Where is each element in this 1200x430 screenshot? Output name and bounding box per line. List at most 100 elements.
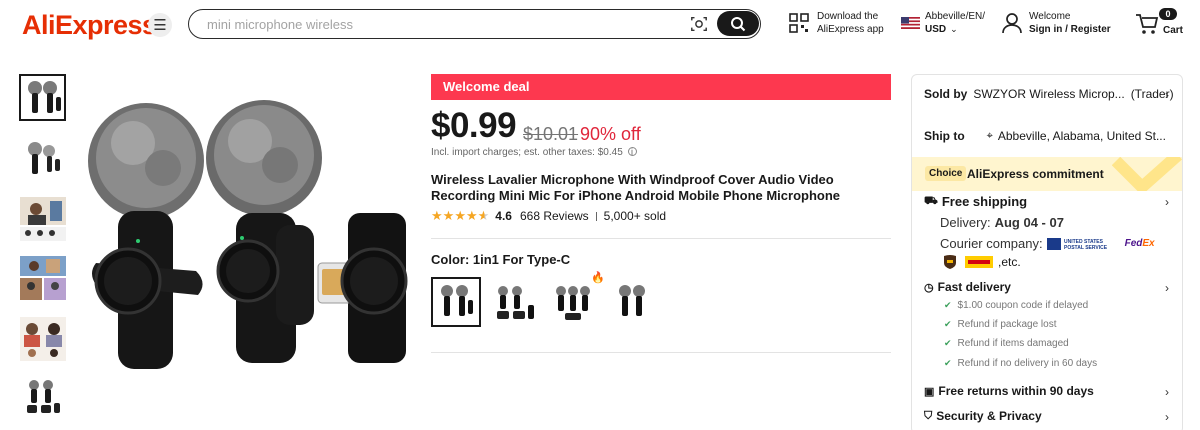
color-swatch-1in1-type-c[interactable] — [431, 277, 481, 327]
check-icon: ✔ — [944, 319, 952, 329]
product-title: Wireless Lavalier Microphone With Windpr… — [431, 172, 841, 203]
courier-label: Courier company: — [940, 236, 1043, 251]
fast-item-text: Refund if no delivery in 60 days — [957, 358, 1098, 369]
checkmark-watermark-icon — [1112, 157, 1182, 191]
thumbnail-image — [19, 255, 66, 300]
return-box-icon: ▣ — [924, 385, 935, 398]
swatch-image — [441, 285, 473, 316]
qr-code-icon — [789, 13, 809, 33]
seller-name[interactable]: SWZYOR Wireless Microp... — [973, 87, 1124, 101]
thumbnail-image — [26, 379, 60, 413]
thumbnail-6[interactable] — [19, 373, 66, 420]
tax-note-text: Incl. import charges; est. other taxes: … — [431, 147, 623, 158]
search-icon — [731, 16, 746, 31]
app-line-2: AliExpress app — [817, 24, 884, 35]
location-pin-icon: ⌖ — [986, 129, 993, 142]
divider — [431, 238, 891, 239]
sign-in-register[interactable]: Sign in / Register — [1029, 24, 1111, 35]
welcome-deal-banner: Welcome deal — [431, 74, 891, 100]
color-swatch-4[interactable] — [607, 277, 657, 327]
separator — [595, 211, 597, 221]
locale-selector[interactable]: Abbeville/EN/ USD ⌄ — [901, 10, 985, 36]
chevron-right-icon: › — [1165, 88, 1169, 102]
choice-tag: Choice — [925, 166, 967, 181]
windscreen-left — [88, 103, 204, 219]
currency: USD — [925, 24, 947, 35]
sold-by-row[interactable]: Sold by SWZYOR Wireless Microp... (Trade… — [924, 87, 1174, 101]
check-icon: ✔ — [944, 358, 952, 368]
image-search-icon[interactable] — [690, 15, 708, 33]
download-app-link[interactable]: Download the AliExpress app — [789, 10, 884, 36]
courier-row: Courier company: UNITED STATES POSTAL SE… — [940, 236, 1155, 251]
user-icon — [1002, 13, 1022, 34]
security-row[interactable]: ⛉ Security & Privacy — [924, 409, 1042, 423]
courier-row-2: ,etc. — [944, 255, 1021, 269]
fast-delivery-label: Fast delivery — [937, 280, 1011, 294]
star-icon: ★ — [454, 208, 466, 223]
welcome-text: Welcome — [1029, 11, 1071, 22]
rating-row[interactable]: ★★★★★ 4.6 668 Reviews 5,000+ sold — [431, 209, 666, 223]
cart-label: Cart — [1163, 25, 1184, 36]
rating-score: 4.6 — [495, 209, 512, 223]
aliexpress-logo[interactable]: AliExpress — [22, 10, 157, 41]
review-count[interactable]: 668 Reviews — [520, 209, 589, 223]
chevron-down-icon: ⌄ — [950, 24, 958, 34]
star-icon: ★ — [477, 208, 490, 223]
search-input[interactable] — [207, 16, 667, 32]
app-line-1: Download the — [817, 11, 879, 22]
truck-icon: ⛟ — [924, 194, 938, 207]
chevron-right-icon: › — [1165, 385, 1169, 399]
thumbnail-1[interactable] — [19, 74, 66, 121]
purchase-panel: Sold by SWZYOR Wireless Microp... (Trade… — [911, 74, 1183, 430]
account-link[interactable]: Welcome Sign in / Register — [1002, 10, 1111, 36]
svg-text:POSTAL SERVICE: POSTAL SERVICE — [1064, 245, 1108, 251]
check-icon: ✔ — [944, 300, 952, 310]
choice-commitment-bar: Choice AliExpress commitment — [912, 157, 1182, 191]
thumbnail-4[interactable] — [19, 254, 66, 301]
swatch-image — [619, 285, 645, 316]
us-flag-icon — [901, 17, 920, 29]
tax-note: Incl. import charges; est. other taxes: … — [431, 147, 637, 158]
fast-delivery-row[interactable]: ◷ Fast delivery — [924, 280, 1011, 294]
chevron-right-icon: › — [1165, 410, 1169, 424]
fast-item-1: ✔ $1.00 coupon code if delayed — [944, 300, 1088, 311]
swatch-image — [556, 286, 590, 320]
search-bar — [188, 9, 761, 39]
ship-to-row[interactable]: Ship to ⌖ Abbeville, Alabama, United St.… — [924, 129, 1166, 143]
original-price: $10.01 — [523, 124, 579, 144]
color-label: Color: 1in1 For Type-C — [431, 252, 571, 267]
fast-item-4: ✔ Refund if no delivery in 60 days — [944, 358, 1097, 369]
usps-logo: UNITED STATES POSTAL SERVICE — [1046, 237, 1108, 251]
sold-count: 5,000+ sold — [603, 209, 667, 223]
ship-to-location[interactable]: Abbeville, Alabama, United St... — [998, 129, 1166, 143]
divider — [431, 352, 891, 353]
thumbnail-image — [19, 316, 66, 361]
fast-item-text: $1.00 coupon code if delayed — [957, 300, 1089, 311]
delivery-row: Delivery: Aug 04 - 07 — [940, 215, 1064, 230]
dhl-logo — [965, 256, 993, 268]
hot-flame-icon: 🔥 — [591, 272, 605, 284]
thumbnail-3[interactable] — [19, 195, 66, 242]
cart-icon — [1136, 13, 1159, 34]
locale-line-1: Abbeville/EN/ — [925, 11, 986, 22]
fast-item-text: Refund if package lost — [957, 319, 1057, 330]
free-returns-row[interactable]: ▣ Free returns within 90 days — [924, 384, 1094, 398]
color-swatch-3[interactable] — [549, 277, 599, 327]
thumbnail-image — [19, 196, 66, 241]
windscreen-right — [206, 100, 322, 216]
swatch-image — [497, 286, 534, 319]
search-button[interactable] — [717, 11, 759, 36]
discount-percent: 90% off — [580, 124, 641, 144]
thumbnail-5[interactable] — [19, 315, 66, 362]
cart-count-badge: 0 — [1159, 8, 1177, 20]
color-swatch-2[interactable] — [491, 277, 541, 327]
thumbnail-image — [27, 80, 61, 113]
fast-item-text: Refund if items damaged — [957, 338, 1069, 349]
thumbnail-2[interactable] — [19, 135, 66, 182]
cart-link[interactable]: 0 Cart — [1135, 8, 1184, 37]
menu-icon[interactable]: ☰ — [148, 13, 172, 37]
star-rating: ★★★★★ — [431, 209, 489, 223]
info-icon[interactable]: i — [627, 147, 637, 157]
free-shipping-row[interactable]: ⛟ Free shipping — [924, 194, 1027, 209]
courier-etc: ,etc. — [998, 255, 1021, 269]
